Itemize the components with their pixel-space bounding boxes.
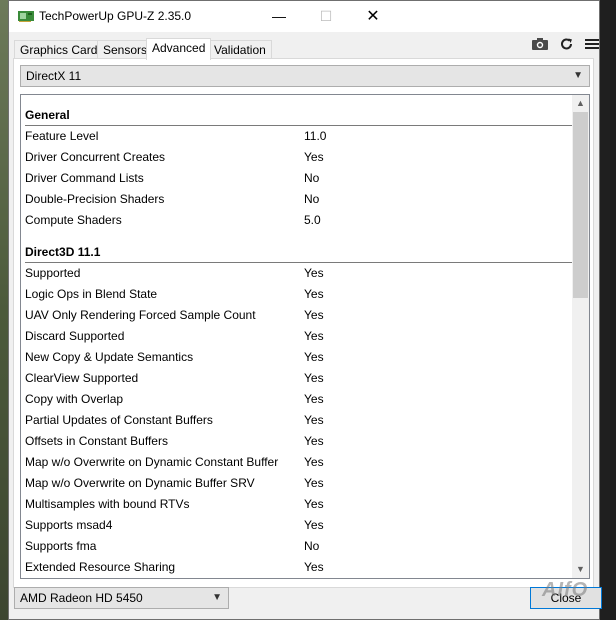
property-value: No bbox=[304, 539, 320, 553]
window-title: TechPowerUp GPU-Z 2.35.0 bbox=[39, 9, 192, 23]
property-name: New Copy & Update Semantics bbox=[25, 350, 194, 364]
list-item: Supported Yes bbox=[25, 263, 573, 284]
property-value: 5.0 bbox=[304, 213, 321, 227]
list-item: ClearView Supported Yes bbox=[25, 368, 573, 389]
scroll-up-icon[interactable]: ▲ bbox=[572, 95, 589, 112]
property-name: Driver Command Lists bbox=[25, 171, 144, 185]
list-item: New Copy & Update Semantics Yes bbox=[25, 347, 573, 368]
list-item: Feature Level 11.0 bbox=[25, 126, 573, 147]
property-name: Discard Supported bbox=[25, 329, 125, 343]
property-value: Yes bbox=[304, 518, 324, 532]
property-name: Copy with Overlap bbox=[25, 392, 124, 406]
gpu-dropdown[interactable]: AMD Radeon HD 5450 ▼ bbox=[14, 587, 229, 609]
property-name: Extended Resource Sharing bbox=[25, 560, 176, 574]
property-value: Yes bbox=[304, 287, 324, 301]
tab-graphics-card[interactable]: Graphics Card bbox=[14, 40, 104, 59]
close-window-button[interactable]: ✕ bbox=[350, 1, 396, 32]
vertical-scrollbar[interactable]: ▲ ▼ bbox=[572, 95, 589, 578]
refresh-icon[interactable] bbox=[558, 37, 576, 51]
chevron-down-icon: ▼ bbox=[573, 70, 583, 81]
property-name: ClearView Supported bbox=[25, 371, 139, 385]
list-item: Partial Updates of Constant Buffers Yes bbox=[25, 410, 573, 431]
tab-validation[interactable]: Validation bbox=[208, 40, 272, 59]
section-heading-direct3d-11-1: Direct3D 11.1 bbox=[25, 245, 101, 259]
property-name: Partial Updates of Constant Buffers bbox=[25, 413, 213, 427]
property-value: Yes bbox=[304, 413, 324, 427]
section-heading-general: General bbox=[25, 108, 70, 122]
property-value: No bbox=[304, 192, 320, 206]
property-value: Yes bbox=[304, 497, 324, 511]
list-item: Driver Concurrent Creates Yes bbox=[25, 147, 573, 168]
title-bar[interactable]: TechPowerUp GPU-Z 2.35.0 — ☐ ✕ bbox=[9, 1, 599, 32]
property-name: Logic Ops in Blend State bbox=[25, 287, 158, 301]
gpu-dropdown-value: AMD Radeon HD 5450 bbox=[20, 591, 143, 605]
property-name: Feature Level bbox=[25, 129, 99, 143]
maximize-button[interactable]: ☐ bbox=[303, 1, 349, 32]
property-value: Yes bbox=[304, 371, 324, 385]
property-name: Supports fma bbox=[25, 539, 97, 553]
property-value: 11.0 bbox=[304, 129, 327, 143]
list-item: Copy with Overlap Yes bbox=[25, 389, 573, 410]
property-name: Supports msad4 bbox=[25, 518, 113, 532]
menu-icon[interactable] bbox=[583, 37, 601, 51]
category-dropdown-value: DirectX 11 bbox=[26, 69, 82, 83]
property-value: Yes bbox=[304, 150, 324, 164]
gpu-card-icon bbox=[18, 11, 34, 22]
property-value: Yes bbox=[304, 476, 324, 490]
property-name: Driver Concurrent Creates bbox=[25, 150, 166, 164]
property-value: Yes bbox=[304, 455, 324, 469]
list-item: Map w/o Overwrite on Dynamic Buffer SRV Y… bbox=[25, 473, 573, 494]
property-value: Yes bbox=[304, 560, 324, 574]
property-value: Yes bbox=[304, 308, 324, 322]
details-list[interactable]: General Feature Level 11.0 Driver Concurr… bbox=[20, 94, 590, 579]
property-name: Offsets in Constant Buffers bbox=[25, 434, 168, 448]
camera-icon[interactable] bbox=[531, 37, 549, 51]
list-item: Offsets in Constant Buffers Yes bbox=[25, 431, 573, 452]
chevron-down-icon: ▼ bbox=[212, 592, 222, 603]
property-name: UAV Only Rendering Forced Sample Count bbox=[25, 308, 256, 322]
property-value: Yes bbox=[304, 350, 324, 364]
list-item: Supports msad4 Yes bbox=[25, 515, 573, 536]
desktop-background bbox=[0, 0, 8, 620]
gpuz-window: TechPowerUp GPU-Z 2.35.0 — ☐ ✕ Graphics … bbox=[8, 0, 602, 620]
tab-advanced[interactable]: Advanced bbox=[146, 38, 212, 60]
property-value: No bbox=[304, 171, 320, 185]
list-item: Extended Resource Sharing Yes bbox=[25, 557, 573, 578]
list-item: Double-Precision Shaders No bbox=[25, 189, 573, 210]
list-item: Discard Supported Yes bbox=[25, 326, 573, 347]
desktop-background-right bbox=[600, 0, 616, 620]
property-name: Map w/o Overwrite on Dynamic Buffer SRV bbox=[25, 476, 255, 490]
property-name: Map w/o Overwrite on Dynamic Constant Bu… bbox=[25, 455, 279, 469]
list-item: Multisamples with bound RTVs Yes bbox=[25, 494, 573, 515]
list-item: Map w/o Overwrite on Dynamic Constant Bu… bbox=[25, 452, 573, 473]
minimize-button[interactable]: — bbox=[256, 1, 302, 32]
tab-sensors[interactable]: Sensors bbox=[97, 40, 154, 59]
list-item: Driver Command Lists No bbox=[25, 168, 573, 189]
watermark-logo: AIfO bbox=[542, 579, 589, 601]
property-name: Supported bbox=[25, 266, 81, 280]
advanced-panel: DirectX 11 ▼ General Feature Level 11.0 D… bbox=[13, 58, 594, 588]
property-name: Multisamples with bound RTVs bbox=[25, 497, 190, 511]
property-name: Compute Shaders bbox=[25, 213, 122, 227]
property-value: Yes bbox=[304, 329, 324, 343]
list-item: Compute Shaders 5.0 bbox=[25, 210, 573, 231]
property-name: Double-Precision Shaders bbox=[25, 192, 165, 206]
category-dropdown[interactable]: DirectX 11 ▼ bbox=[20, 65, 590, 87]
scroll-down-icon[interactable]: ▼ bbox=[572, 561, 589, 578]
list-item: Logic Ops in Blend State Yes bbox=[25, 284, 573, 305]
scrollbar-thumb[interactable] bbox=[573, 112, 588, 298]
property-value: Yes bbox=[304, 266, 324, 280]
property-value: Yes bbox=[304, 434, 324, 448]
list-item: UAV Only Rendering Forced Sample Count Ye… bbox=[25, 305, 573, 326]
property-value: Yes bbox=[304, 392, 324, 406]
list-item: Supports fma No bbox=[25, 536, 573, 557]
